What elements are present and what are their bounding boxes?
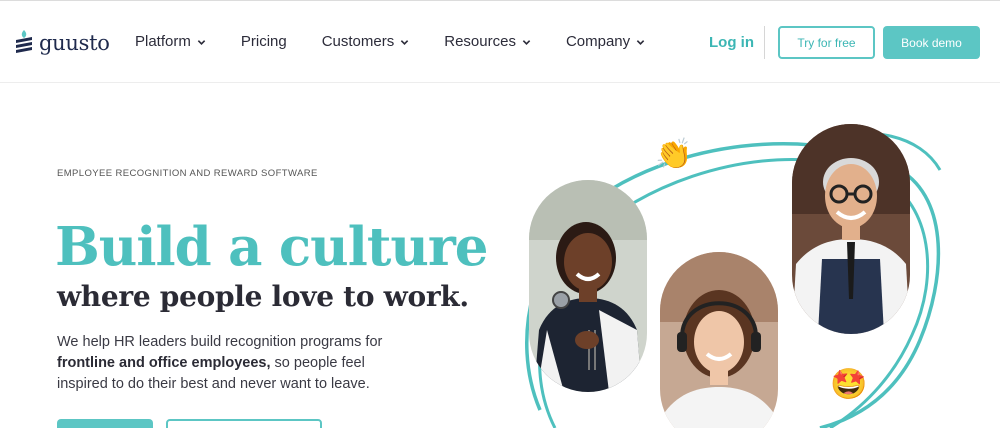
nav-item-label: Pricing bbox=[240, 33, 287, 50]
hero-primary-button[interactable] bbox=[57, 419, 153, 428]
nav-item-label: Resources bbox=[444, 33, 516, 50]
hero-description: We help HR leaders build recognition pro… bbox=[57, 332, 407, 395]
nav-item-customers[interactable]: Customers bbox=[322, 33, 410, 50]
chevron-down-icon bbox=[197, 39, 206, 45]
hero-eyebrow: EMPLOYEE RECOGNITION AND REWARD SOFTWARE bbox=[57, 168, 318, 179]
hero-subhead: where people love to work. bbox=[57, 280, 469, 313]
employee-photo-support bbox=[660, 252, 778, 428]
try-for-free-button[interactable]: Try for free bbox=[778, 26, 875, 59]
login-link[interactable]: Log in bbox=[709, 34, 754, 51]
desc-text: We help HR leaders build recognition pro… bbox=[57, 334, 383, 350]
nav-item-platform[interactable]: Platform bbox=[135, 33, 206, 50]
support-portrait-image bbox=[660, 252, 778, 428]
nav-item-label: Customers bbox=[321, 33, 395, 50]
hero-illustration: 👏 🤩 bbox=[500, 110, 1000, 428]
hero-headline: Build a culture bbox=[55, 216, 488, 278]
main-nav: Platform Pricing Customers Resources Com… bbox=[135, 33, 680, 50]
nav-item-resources[interactable]: Resources bbox=[444, 33, 531, 50]
hero-secondary-button[interactable] bbox=[166, 419, 322, 428]
guusto-logo-icon bbox=[16, 30, 32, 53]
chef-portrait-image bbox=[792, 124, 910, 334]
doctor-portrait-image bbox=[529, 180, 647, 392]
nav-item-pricing[interactable]: Pricing bbox=[241, 33, 287, 50]
employee-photo-chef bbox=[792, 124, 910, 334]
nav-item-label: Company bbox=[565, 33, 631, 50]
book-demo-button[interactable]: Book demo bbox=[883, 26, 980, 59]
chevron-down-icon bbox=[636, 39, 645, 45]
header-divider bbox=[764, 26, 765, 59]
chevron-down-icon bbox=[522, 39, 531, 45]
logo-text: guusto bbox=[39, 31, 110, 55]
star-struck-emoji: 🤩 bbox=[830, 368, 868, 401]
nav-item-company[interactable]: Company bbox=[566, 33, 645, 50]
desc-bold-text: frontline and office employees, bbox=[57, 355, 271, 371]
clapping-hands-emoji: 👏 bbox=[655, 138, 693, 171]
chevron-down-icon bbox=[401, 39, 409, 45]
nav-item-label: Platform bbox=[135, 33, 191, 50]
employee-photo-doctor bbox=[529, 180, 647, 392]
site-header: guusto Platform Pricing Customers Resour… bbox=[0, 1, 1000, 83]
guusto-logo[interactable]: guusto bbox=[13, 28, 110, 58]
